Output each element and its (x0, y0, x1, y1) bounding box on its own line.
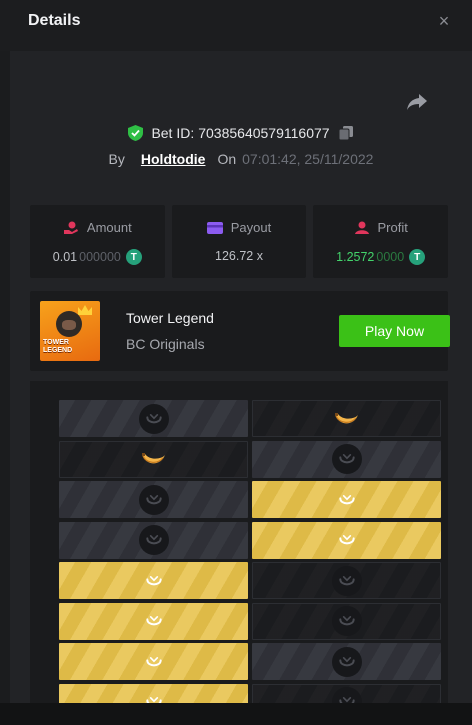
bc-logo-icon (139, 606, 169, 636)
bc-logo-icon (332, 485, 362, 515)
tower-tile (252, 521, 441, 559)
crown-icon (78, 305, 92, 315)
bet-author-row: By Holdtodie On 07:01:42, 25/11/2022 (10, 149, 472, 169)
bc-logo-icon (139, 687, 169, 703)
bc-logo-icon (331, 565, 362, 596)
bet-id-row: Bet ID: 70385640579116077 (10, 122, 472, 144)
bet-stats: Amount 0.01 000000 T Payout 126.72 x Pro… (30, 205, 449, 278)
tower-tile (252, 400, 441, 437)
payout-value: 126.72 x (215, 249, 263, 263)
close-icon[interactable]: × (434, 11, 454, 31)
bc-logo-icon (331, 646, 362, 677)
bc-logo-icon (139, 566, 169, 596)
username-link[interactable]: Holdtodie (141, 151, 206, 167)
bc-logo-icon (331, 687, 362, 703)
tower-tile (59, 643, 248, 680)
tower-tile (59, 440, 248, 478)
share-icon[interactable] (405, 92, 429, 112)
game-title[interactable]: Tower Legend (126, 310, 214, 326)
amount-value-trailing: 000000 (79, 250, 121, 264)
tower-tile (252, 643, 441, 680)
amount-stat: Amount 0.01 000000 T (30, 205, 165, 278)
details-header: Details × (0, 0, 472, 51)
copy-icon[interactable] (338, 125, 354, 141)
profit-stat: Profit 1.2572 0000 T (313, 205, 449, 278)
banana-icon (332, 404, 362, 434)
game-thumbnail[interactable]: TOWER LEGEND (40, 301, 100, 361)
profit-value-trailing: 0000 (376, 250, 405, 264)
payout-stat: Payout 126.72 x (171, 205, 307, 278)
payout-label: Payout (230, 220, 272, 235)
bc-logo-icon (331, 444, 362, 474)
tower-tile (252, 562, 441, 599)
hand-coin-icon (63, 221, 78, 234)
tower-tile (252, 440, 441, 478)
amount-value: 0.01 (52, 250, 78, 264)
gorilla-icon (56, 311, 82, 337)
tower-tile (59, 400, 248, 437)
bet-id-value: 70385640579116077 (198, 125, 330, 141)
bottom-strip (0, 703, 472, 725)
on-label: On (217, 151, 237, 167)
bc-logo-icon (138, 403, 169, 434)
tower-tile (59, 602, 248, 640)
bc-logo-icon (332, 525, 362, 555)
profit-label: Profit (377, 220, 408, 235)
tower-tile (252, 602, 441, 640)
play-now-button[interactable]: Play Now (339, 315, 450, 347)
tower-tile (252, 683, 441, 703)
bet-id-label: Bet ID: (151, 125, 195, 141)
bc-logo-icon (139, 647, 169, 677)
tower-tile (252, 481, 441, 518)
wallet-icon (206, 221, 223, 234)
thumbnail-title: TOWER LEGEND (43, 339, 73, 354)
tower-tile (59, 481, 248, 518)
user-coin-icon (354, 221, 369, 234)
tower-tile (59, 683, 248, 703)
bc-logo-icon (138, 525, 169, 555)
by-label: By (108, 151, 125, 167)
details-panel: Bet ID: 70385640579116077 By Holdtodie O… (10, 0, 472, 703)
tether-icon: T (125, 249, 142, 265)
bc-logo-icon (331, 606, 362, 636)
shield-check-icon (128, 125, 144, 141)
bc-logo-icon (138, 484, 169, 515)
page-title: Details (28, 12, 81, 29)
amount-label: Amount (86, 220, 132, 235)
game-card: TOWER LEGEND Tower Legend BC Originals P… (30, 291, 450, 371)
bet-timestamp: 07:01:42, 25/11/2022 (242, 151, 374, 167)
game-provider: BC Originals (126, 336, 205, 352)
tower-board (30, 381, 448, 703)
tower-tile (59, 562, 248, 599)
banana-icon (139, 444, 169, 474)
tether-icon: T (409, 249, 426, 265)
tower-tile (59, 521, 248, 559)
profit-value: 1.2572 (336, 250, 375, 264)
